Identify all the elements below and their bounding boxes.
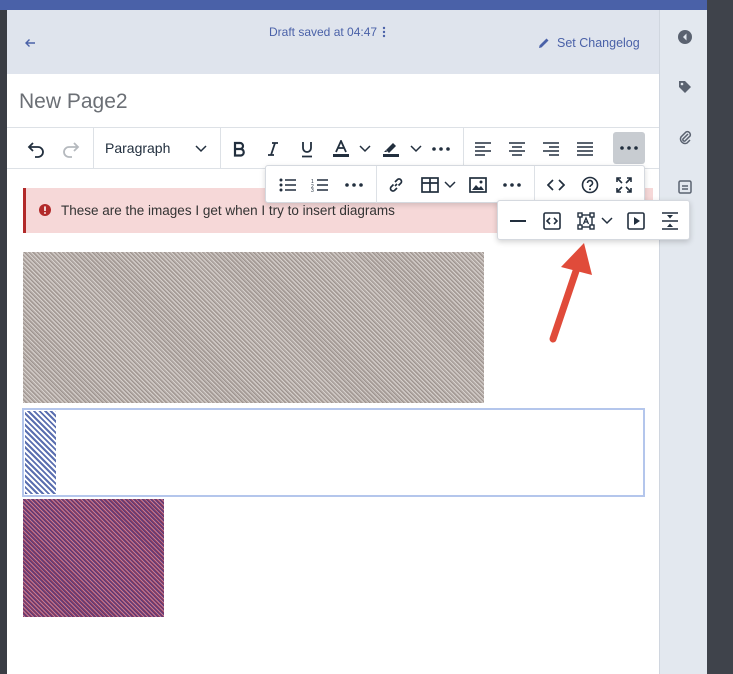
toolbar-divider bbox=[534, 166, 535, 203]
highlight-color-icon[interactable] bbox=[379, 135, 403, 163]
alert-icon bbox=[39, 203, 51, 221]
more-insert-icon[interactable] bbox=[500, 171, 524, 199]
insert-submenu-toolbar bbox=[497, 200, 690, 240]
toolbar-divider bbox=[93, 128, 94, 169]
help-icon[interactable] bbox=[578, 171, 602, 199]
page-title[interactable]: New Page2 bbox=[19, 90, 128, 114]
broken-diagram-image[interactable] bbox=[23, 499, 164, 617]
drawio-diagram-icon[interactable] bbox=[574, 207, 598, 235]
attachment-icon[interactable] bbox=[674, 126, 696, 148]
justify-icon[interactable] bbox=[573, 135, 597, 163]
set-changelog-button[interactable]: Set Changelog bbox=[537, 36, 640, 50]
table-icon[interactable] bbox=[418, 171, 442, 199]
italic-icon[interactable] bbox=[261, 135, 285, 163]
draft-status: Draft saved at 04:47 bbox=[269, 25, 378, 39]
numbered-list-icon[interactable]: 123 bbox=[308, 171, 332, 199]
toolbar-divider bbox=[463, 128, 464, 169]
highlight-chevron-icon[interactable] bbox=[408, 135, 424, 163]
align-center-icon[interactable] bbox=[505, 135, 529, 163]
bullet-list-icon[interactable] bbox=[276, 171, 300, 199]
undo-icon[interactable] bbox=[23, 135, 49, 163]
code-icon[interactable] bbox=[544, 171, 568, 199]
underline-icon[interactable] bbox=[295, 135, 319, 163]
template-icon[interactable] bbox=[674, 176, 696, 198]
media-icon[interactable] bbox=[624, 207, 648, 235]
embed-icon[interactable] bbox=[540, 207, 564, 235]
align-right-icon[interactable] bbox=[539, 135, 563, 163]
broken-diagram-image[interactable] bbox=[25, 411, 56, 494]
editor-toolbar: Paragraph bbox=[7, 127, 659, 169]
bold-icon[interactable] bbox=[227, 135, 251, 163]
broken-diagram-image[interactable] bbox=[23, 252, 484, 403]
toolbar-divider bbox=[220, 128, 221, 169]
top-accent-bar bbox=[0, 0, 733, 10]
image-icon[interactable] bbox=[466, 171, 490, 199]
toolbar-divider bbox=[376, 166, 377, 203]
diagram-chevron-icon[interactable] bbox=[600, 207, 614, 235]
right-sidebar bbox=[659, 10, 707, 674]
block-format-select[interactable]: Paragraph bbox=[105, 140, 170, 156]
text-color-chevron-icon[interactable] bbox=[357, 135, 373, 163]
more-lists-icon[interactable] bbox=[342, 171, 366, 199]
table-chevron-icon[interactable] bbox=[443, 171, 457, 199]
fullscreen-icon[interactable] bbox=[612, 171, 636, 199]
text-color-icon[interactable] bbox=[329, 135, 353, 163]
more-formatting-icon[interactable] bbox=[429, 135, 453, 163]
page-break-icon[interactable] bbox=[658, 207, 682, 235]
alert-text: These are the images I get when I try to… bbox=[61, 203, 395, 218]
selected-image-block[interactable] bbox=[22, 408, 645, 497]
more-toolbar-icon[interactable] bbox=[613, 132, 645, 164]
redo-icon[interactable] bbox=[58, 135, 84, 163]
horizontal-rule-icon[interactable] bbox=[506, 207, 530, 235]
svg-text:3: 3 bbox=[311, 188, 314, 192]
pencil-icon bbox=[539, 38, 549, 48]
overflow-toolbar: 123 bbox=[265, 165, 645, 203]
window-edge bbox=[707, 0, 733, 674]
chevron-down-icon[interactable] bbox=[193, 135, 209, 163]
annotation-arrow-icon bbox=[549, 243, 592, 343]
editor-header: Draft saved at 04:47 Set Changelog bbox=[7, 10, 659, 74]
align-left-icon[interactable] bbox=[471, 135, 495, 163]
set-changelog-label: Set Changelog bbox=[557, 36, 640, 50]
collapse-sidebar-icon[interactable] bbox=[674, 26, 696, 48]
tag-icon[interactable] bbox=[674, 76, 696, 98]
back-arrow-icon[interactable] bbox=[21, 34, 39, 52]
draft-menu-icon[interactable] bbox=[379, 24, 389, 40]
link-icon[interactable] bbox=[384, 171, 408, 199]
